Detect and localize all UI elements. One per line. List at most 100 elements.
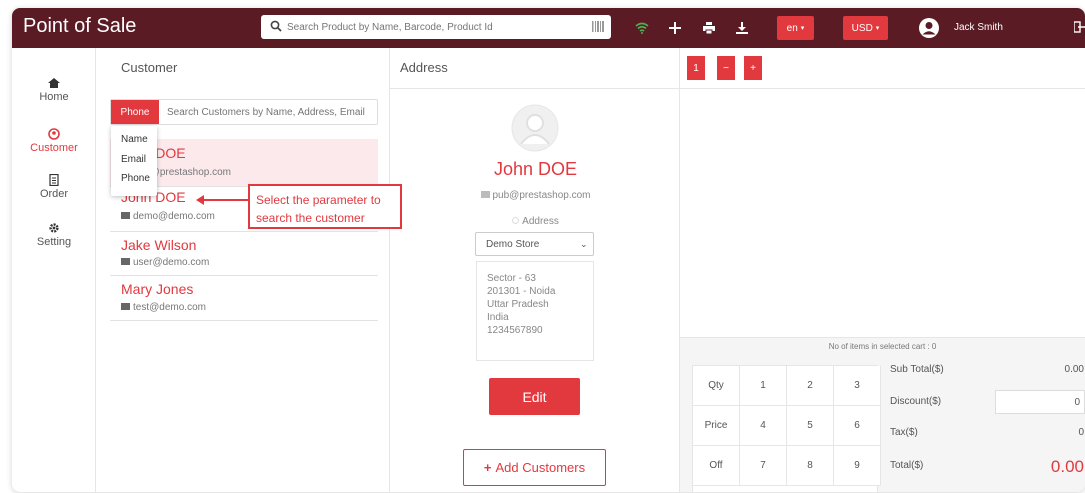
sidebar-item-customer[interactable]: Customer <box>12 128 96 154</box>
discount-label: Discount($) <box>890 396 942 407</box>
avatar[interactable] <box>918 17 940 39</box>
customer-email: demo@demo.com <box>121 211 215 222</box>
customer-card[interactable]: Jake Wilson user@demo.com <box>110 232 378 276</box>
envelope-icon <box>121 303 130 310</box>
sidebar-item-label: Home <box>39 91 69 103</box>
key-3[interactable]: 3 <box>834 366 881 406</box>
plus-icon: + <box>483 460 492 475</box>
address-select-value: Demo Store <box>486 239 540 250</box>
envelope-icon <box>480 191 490 198</box>
key-qty[interactable]: Qty <box>693 366 740 406</box>
app-window: Point of Sale en▾ USD▾ Jack Smith <box>12 8 1085 492</box>
add-cart-button[interactable]: + <box>744 56 762 80</box>
customer-name: Jake Wilson <box>121 237 197 253</box>
sidebar-item-setting[interactable]: Setting <box>12 222 96 248</box>
key-5[interactable]: 5 <box>787 406 834 446</box>
tax-label: Tax($) <box>890 427 918 438</box>
move-icon[interactable] <box>667 20 683 36</box>
customer-panel: Customer Phone John DOE pub@prestashop.c… <box>97 48 389 492</box>
key-9[interactable]: 9 <box>834 446 881 486</box>
key-8[interactable]: 8 <box>787 446 834 486</box>
customer-email-text: demo@demo.com <box>133 211 215 222</box>
chevron-down-icon: ⌄ <box>580 239 588 249</box>
subtotal-value: 0.00 <box>1064 364 1084 375</box>
gear-icon <box>49 223 59 233</box>
address-label: Address <box>390 216 681 227</box>
envelope-icon <box>121 258 130 265</box>
search-mode-dropdown: Name Email Phone <box>111 126 157 196</box>
sidebar-item-home[interactable]: Home <box>12 77 96 103</box>
cart-panel: 1 − + No of items in selected cart : 0 Q… <box>680 48 1085 492</box>
key-4[interactable]: 4 <box>740 406 787 446</box>
address-line: 201301 - Noida <box>487 286 556 297</box>
remove-cart-button[interactable]: − <box>717 56 735 80</box>
total-value: 0.00 <box>1050 457 1084 476</box>
divider <box>390 88 681 89</box>
key-6[interactable]: 6 <box>834 406 881 446</box>
address-line: Sector - 63 <box>487 273 536 284</box>
customer-email: user@demo.com <box>121 257 209 268</box>
currency-select[interactable]: USD ▾ <box>843 16 888 40</box>
address-select[interactable]: Demo Store ⌄ <box>475 232 594 256</box>
customer-name: John DOE <box>493 159 578 179</box>
dropdown-option-name[interactable]: Name <box>121 134 148 145</box>
customer-email-text: pub@prestashop.com <box>492 190 591 201</box>
divider <box>680 88 1085 89</box>
discount-input[interactable] <box>995 390 1085 414</box>
customer-email: test@demo.com <box>121 302 206 313</box>
search-mode-button[interactable]: Phone <box>111 100 159 124</box>
customer-email: pub@prestashop.com <box>390 190 681 201</box>
barcode-icon[interactable] <box>592 21 604 32</box>
numeric-keypad: Qty 1 2 3 Price 4 5 6 Off 7 8 9 <box>692 365 881 492</box>
home-icon <box>48 78 60 88</box>
download-icon[interactable] <box>734 20 750 36</box>
address-line: 1234567890 <box>487 325 543 336</box>
customer-heading: Customer <box>121 60 178 75</box>
customer-search-input[interactable] <box>167 103 375 121</box>
customer-search-box: Phone <box>110 99 378 125</box>
sidebar-item-label: Customer <box>30 142 78 154</box>
user-icon <box>48 128 60 140</box>
logout-icon[interactable] <box>1074 20 1085 34</box>
chevron-down-icon: ▾ <box>800 25 805 32</box>
dropdown-option-phone[interactable]: Phone <box>121 173 150 184</box>
customer-card[interactable]: Mary Jones test@demo.com <box>110 276 378 321</box>
sidebar-item-label: Order <box>39 188 69 200</box>
key-off[interactable]: Off <box>693 446 740 486</box>
address-heading: Address <box>400 60 448 75</box>
sidebar-item-order[interactable]: Order <box>12 174 96 200</box>
address-line: India <box>487 312 509 323</box>
top-bar: Point of Sale en▾ USD▾ Jack Smith <box>12 8 1085 48</box>
annotation-text: search the customer <box>256 211 365 225</box>
key-2[interactable]: 2 <box>787 366 834 406</box>
cart-tab-1[interactable]: 1 <box>687 56 705 80</box>
customer-name: Mary Jones <box>121 281 194 297</box>
sidebar: Home Customer Order Setting <box>12 48 96 492</box>
product-search-box[interactable] <box>261 15 611 39</box>
key-1[interactable]: 1 <box>740 366 787 406</box>
subtotal-label: Sub Total($) <box>890 364 944 375</box>
avatar <box>511 104 559 152</box>
annotation-text: Select the parameter to <box>256 193 381 207</box>
receipt-icon <box>49 174 59 186</box>
address-details: Sector - 63 201301 - Noida Uttar Pradesh… <box>476 261 594 361</box>
print-icon[interactable] <box>701 20 717 36</box>
chevron-down-icon: ▾ <box>875 25 880 32</box>
app-title: Point of Sale <box>23 15 137 37</box>
currency-value: USD <box>851 22 873 34</box>
address-line: Uttar Pradesh <box>487 299 549 310</box>
address-panel: Address John DOE pub@prestashop.com Addr… <box>389 48 681 492</box>
items-count: No of items in selected cart : 0 <box>828 342 937 351</box>
total-label: Total($) <box>890 460 924 471</box>
envelope-icon <box>121 212 130 219</box>
key-7[interactable]: 7 <box>740 446 787 486</box>
language-select[interactable]: en ▾ <box>777 16 814 40</box>
add-customers-button[interactable]: + Add Customers <box>463 449 606 486</box>
product-search-input[interactable] <box>287 18 587 36</box>
edit-button[interactable]: Edit <box>489 378 580 415</box>
dropdown-option-email[interactable]: Email <box>121 154 146 165</box>
language-value: en <box>786 22 798 34</box>
customer-email-text: test@demo.com <box>133 302 206 313</box>
wifi-icon <box>634 20 650 36</box>
key-price[interactable]: Price <box>693 406 740 446</box>
